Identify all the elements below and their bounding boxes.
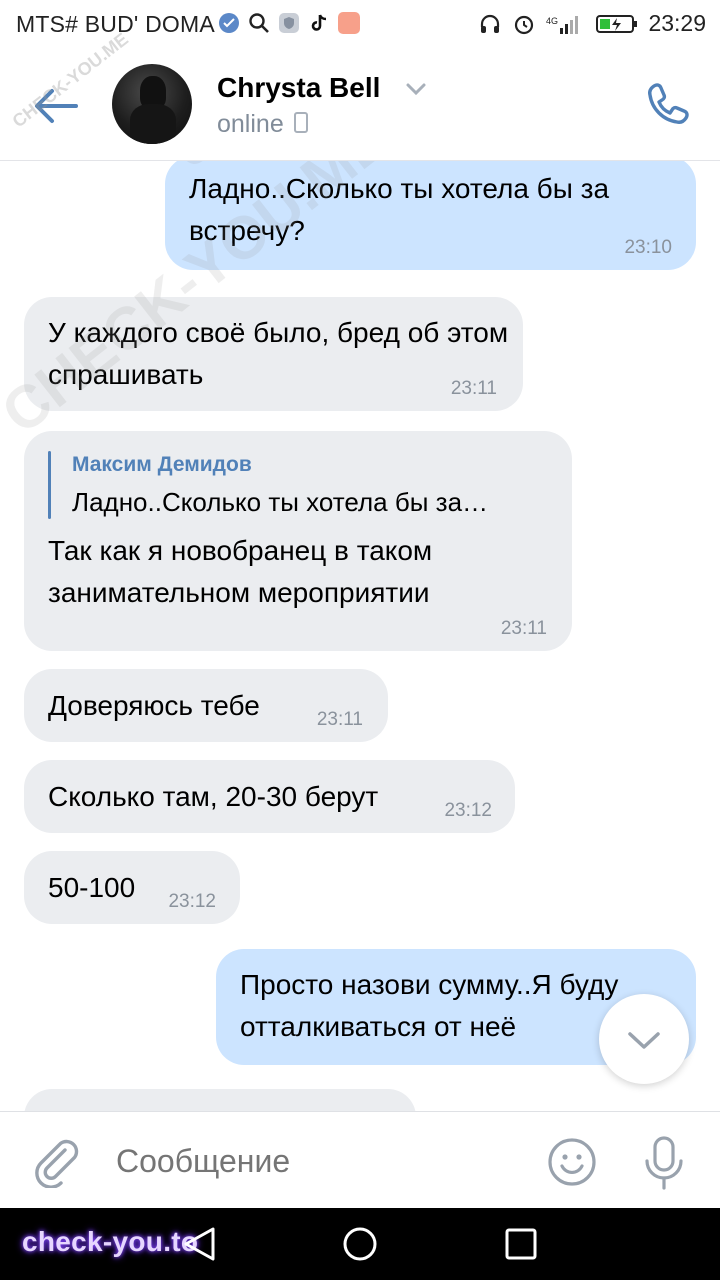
message-bubble-incoming[interactable]: 50-100 23:12 bbox=[24, 851, 240, 924]
notification-icons bbox=[218, 12, 360, 34]
search-icon bbox=[249, 13, 269, 33]
reply-quote-bar bbox=[48, 451, 51, 519]
chat-header: Chrysta Bell online bbox=[0, 50, 720, 161]
mobile-phone-icon bbox=[293, 112, 308, 133]
signal-icon: 4G bbox=[546, 15, 579, 34]
nav-back-icon[interactable] bbox=[182, 1226, 216, 1262]
reply-author[interactable]: Максим Демидов bbox=[72, 453, 252, 477]
nav-recent-apps-icon[interactable] bbox=[505, 1228, 537, 1260]
microphone-icon[interactable] bbox=[641, 1135, 687, 1191]
watermark-bottom: check-you.to bbox=[22, 1226, 199, 1257]
status-bar: MTS# BUD' DOMA 4G 23:29 bbox=[0, 0, 720, 50]
message-text: У каждого своё было, бред об этом спраши… bbox=[48, 317, 509, 390]
avatar-figure-body bbox=[130, 104, 176, 144]
chevron-down-icon[interactable] bbox=[405, 82, 427, 96]
message-bubble-incoming[interactable]: Сколько там, 20-30 берут 23:12 bbox=[24, 760, 515, 833]
message-bubble-outgoing[interactable]: Ладно..Сколько ты хотела бы за встречу? … bbox=[165, 161, 696, 270]
headphones-icon bbox=[481, 14, 500, 33]
system-icons: 4G 23:29 bbox=[478, 10, 706, 37]
nav-home-icon[interactable] bbox=[343, 1227, 377, 1261]
message-time: 23:11 bbox=[450, 378, 497, 399]
clock: 23:29 bbox=[648, 10, 706, 36]
attach-paperclip-icon[interactable] bbox=[32, 1138, 80, 1188]
message-bubble-incoming[interactable]: Доверяюсь тебе 23:11 bbox=[24, 669, 388, 742]
scroll-to-bottom-button[interactable] bbox=[599, 994, 689, 1084]
app-icon bbox=[338, 12, 360, 34]
message-text: Доверяюсь тебе bbox=[48, 690, 260, 721]
message-bubble-incoming-partial[interactable] bbox=[24, 1089, 416, 1111]
contact-name[interactable]: Chrysta Bell bbox=[217, 72, 380, 104]
message-time: 23:12 bbox=[444, 800, 492, 821]
shield-app-icon bbox=[279, 13, 299, 33]
message-list[interactable]: Ладно..Сколько ты хотела бы за встречу? … bbox=[0, 161, 720, 1111]
online-status-label: online bbox=[217, 110, 284, 138]
svg-text:4G: 4G bbox=[546, 16, 558, 26]
message-time: 23:10 bbox=[624, 237, 672, 258]
system-navigation-bar: check-you.to bbox=[0, 1208, 720, 1280]
message-time: 23:11 bbox=[500, 618, 547, 639]
carrier-name: MTS# BUD' DOMA bbox=[16, 11, 215, 37]
phone-call-icon[interactable] bbox=[644, 80, 692, 128]
message-time: 23:12 bbox=[168, 891, 216, 912]
avatar[interactable] bbox=[112, 64, 192, 144]
message-input[interactable] bbox=[114, 1142, 518, 1181]
message-text: Так как я новобранец в таком занимательн… bbox=[48, 535, 433, 608]
emoji-smile-icon[interactable] bbox=[547, 1137, 597, 1187]
reply-text[interactable]: Ладно..Сколько ты хотела бы за… bbox=[72, 487, 488, 518]
back-arrow-icon[interactable] bbox=[32, 88, 80, 124]
vk-badge-icon bbox=[219, 13, 239, 33]
message-bubble-incoming-reply[interactable]: Максим Демидов Ладно..Сколько ты хотела … bbox=[24, 431, 572, 651]
battery-charging-icon bbox=[596, 14, 638, 33]
message-text: Ладно..Сколько ты хотела бы за встречу? bbox=[189, 173, 610, 246]
message-text: Сколько там, 20-30 берут bbox=[48, 781, 379, 812]
message-text: 50-100 bbox=[48, 872, 136, 903]
chevron-down-icon bbox=[628, 1032, 660, 1049]
message-composer bbox=[0, 1111, 720, 1209]
alarm-icon bbox=[515, 15, 534, 34]
tiktok-icon bbox=[311, 14, 327, 31]
online-status: online bbox=[217, 110, 308, 139]
message-time: 23:11 bbox=[316, 709, 363, 730]
message-bubble-incoming[interactable]: У каждого своё было, бред об этом спраши… bbox=[24, 297, 523, 411]
